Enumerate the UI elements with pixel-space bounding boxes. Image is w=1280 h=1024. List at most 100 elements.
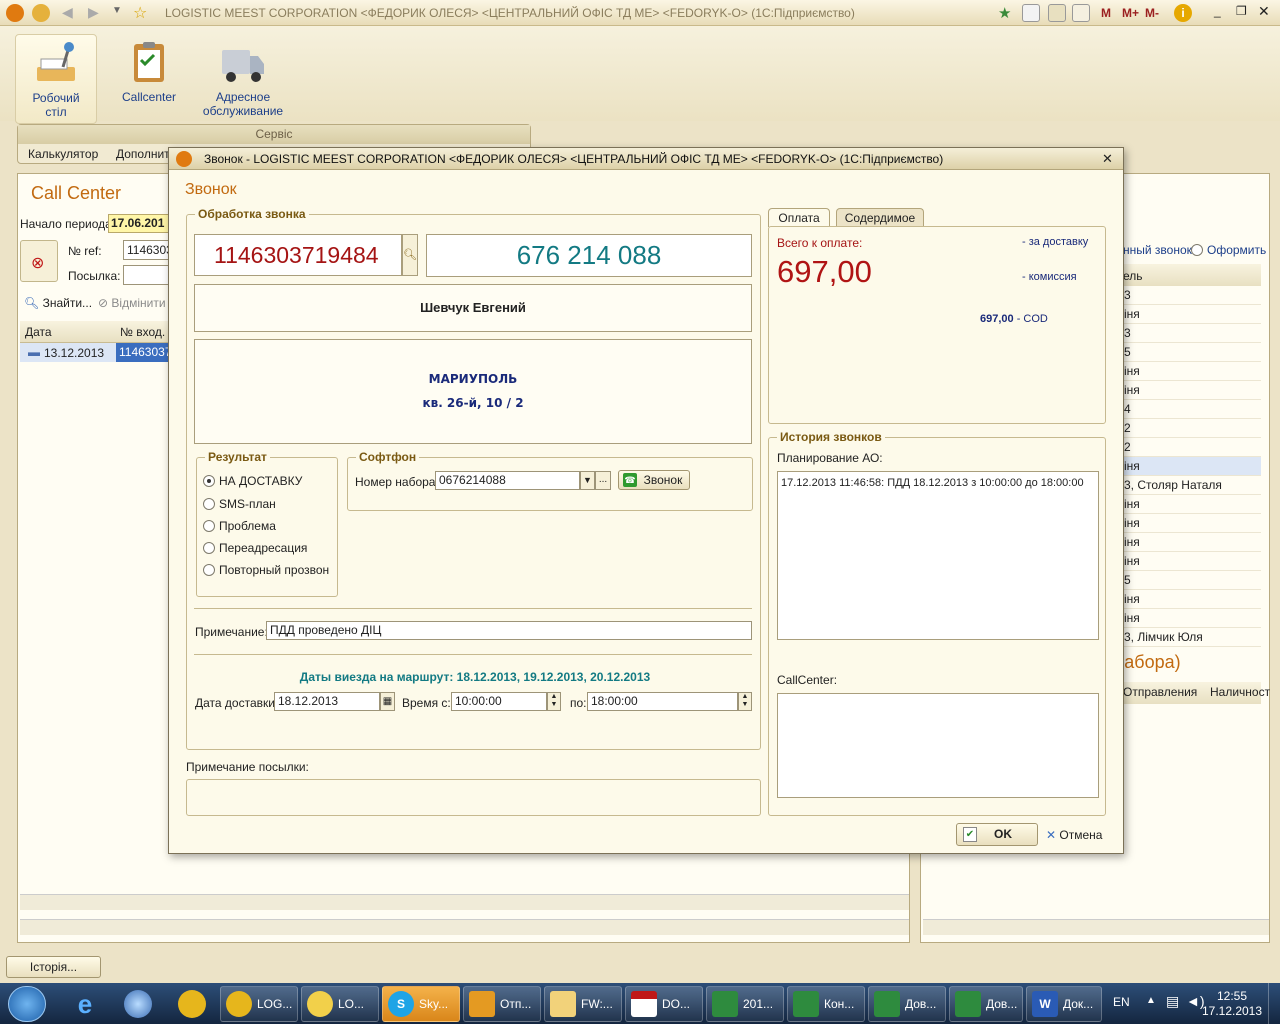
task-excel-2[interactable]: Кон... <box>787 986 865 1022</box>
calendar-picker-icon[interactable]: ▦ <box>380 692 395 711</box>
right-list-row[interactable]: іня <box>1116 457 1261 476</box>
memory-minus-button[interactable]: M- <box>1145 6 1159 20</box>
doc-icon[interactable] <box>1022 4 1040 22</box>
memory-plus-button[interactable]: M+ <box>1122 6 1139 20</box>
calendar-icon[interactable] <box>1072 4 1090 22</box>
right-list-row[interactable]: 5 <box>1116 343 1261 362</box>
right-list-row[interactable]: 2 <box>1116 419 1261 438</box>
ok-button[interactable]: ✔ OK <box>956 823 1038 846</box>
callcenter-section-button[interactable]: Callcenter <box>108 34 190 124</box>
main-menu-icon[interactable] <box>32 4 50 22</box>
right-list-row[interactable]: іня <box>1116 381 1261 400</box>
result-sms-radio[interactable]: SMS-план <box>203 497 276 511</box>
right-list-row[interactable]: 3, Лімчик Юля <box>1116 628 1261 647</box>
tray-expand-icon[interactable]: ▲ <box>1146 995 1156 1006</box>
restore-icon[interactable]: ❐ <box>1236 4 1247 18</box>
find-button[interactable]: 🔍︎ Знайти... <box>24 296 92 310</box>
right-list-row[interactable]: 3, Столяр Наталя <box>1116 476 1261 495</box>
result-delivery-radio[interactable]: НА ДОСТАВКУ <box>203 474 302 488</box>
ie-icon[interactable]: e <box>70 989 100 1019</box>
time-to-input[interactable]: 18:00:00 <box>587 692 738 711</box>
dial-select-button[interactable]: ... <box>595 471 611 490</box>
task-1c-log[interactable]: LOG... <box>220 986 298 1022</box>
result-recall-radio[interactable]: Повторный прозвон <box>203 563 329 577</box>
callcenter-history-text[interactable] <box>777 693 1099 798</box>
forward-icon[interactable]: ▶ <box>88 4 99 21</box>
calculator-icon[interactable] <box>1048 4 1066 22</box>
show-desktop-button[interactable] <box>1268 983 1280 1024</box>
planning-history-text[interactable]: 17.12.2013 11:46:58: ПДД 18.12.2013 з 10… <box>777 471 1099 640</box>
address-service-section-button[interactable]: Адресное обслуживание <box>200 34 286 124</box>
right-list-row[interactable]: іня <box>1116 609 1261 628</box>
result-redirect-radio[interactable]: Переадресация <box>203 541 307 555</box>
dial-input[interactable]: 0676214088 <box>435 471 580 490</box>
parcel-note-field[interactable] <box>186 779 761 816</box>
ref-search-icon[interactable]: 🔍︎ <box>402 234 418 276</box>
right-list-row[interactable]: іня <box>1116 533 1261 552</box>
memory-button[interactable]: M <box>1101 6 1111 20</box>
dialog-close-icon[interactable]: ✕ <box>1102 151 1113 167</box>
task-pdf[interactable]: DO... <box>625 986 703 1022</box>
time-from-input[interactable]: 10:00:00 <box>451 692 547 711</box>
info-icon[interactable]: i <box>1174 4 1192 22</box>
right-list-row[interactable]: 3 <box>1116 324 1261 343</box>
minimize-icon[interactable]: _ <box>1214 4 1221 18</box>
1c-pinned-icon[interactable] <box>178 990 206 1018</box>
cancel-filter-button[interactable]: ⊘ Відмінити <box>98 296 166 310</box>
right-list-row[interactable]: іня <box>1116 590 1261 609</box>
right-list-row[interactable]: 5 <box>1116 571 1261 590</box>
tab-payment[interactable]: Оплата <box>768 208 830 227</box>
favorites-star-icon[interactable]: ☆ <box>133 3 147 23</box>
task-mail-fw[interactable]: FW:... <box>544 986 622 1022</box>
period-field[interactable]: 17.06.201 <box>108 214 170 233</box>
back-icon[interactable]: ◀ <box>62 4 73 21</box>
time-to-spinner-icon[interactable]: ▲ ▼ <box>738 692 752 711</box>
ref-input[interactable]: 1146303 <box>123 240 173 260</box>
col-number[interactable]: № вход. <box>120 325 165 339</box>
right-scrollbar[interactable] <box>923 919 1269 935</box>
language-indicator[interactable]: EN <box>1113 995 1130 1009</box>
dial-dropdown-icon[interactable]: ▼ <box>580 471 595 490</box>
history-button[interactable]: Історія... <box>6 956 101 978</box>
right-col-header[interactable]: ель <box>1123 269 1143 283</box>
tab-contents[interactable]: Содердимое <box>836 208 924 227</box>
right-list-row[interactable]: іня <box>1116 495 1261 514</box>
time-from-spinner-icon[interactable]: ▲ ▼ <box>547 692 561 711</box>
task-excel-4[interactable]: Дов... <box>949 986 1023 1022</box>
start-button[interactable] <box>8 986 46 1022</box>
task-excel-3[interactable]: Дов... <box>868 986 946 1022</box>
network-icon[interactable]: ▤ <box>1166 993 1179 1010</box>
thunderbird-icon[interactable] <box>124 990 152 1018</box>
right-lower-col1[interactable]: Отправления <box>1123 685 1197 699</box>
task-word[interactable]: W Док... <box>1026 986 1102 1022</box>
calculator-link[interactable]: Калькулятор <box>28 147 98 161</box>
cancel-button[interactable]: ✕ Отмена <box>1046 828 1102 842</box>
task-skype[interactable]: S Sky... <box>382 986 460 1022</box>
task-1c-lo[interactable]: LO... <box>301 986 379 1022</box>
right-radio-1[interactable]: нный звонок <box>1123 243 1192 257</box>
ref-number-field[interactable]: 1146303719484 <box>194 234 402 276</box>
desktop-section-button[interactable]: Робочий стіл <box>15 34 97 124</box>
add-favorite-icon[interactable]: ★ <box>998 4 1011 22</box>
call-button[interactable]: ☎ Звонок <box>618 470 690 490</box>
filter-clear-button[interactable]: ⊗ <box>20 240 58 282</box>
result-problem-radio[interactable]: Проблема <box>203 519 276 533</box>
right-list-row[interactable]: іня <box>1116 552 1261 571</box>
history-dropdown-icon[interactable]: ▼ <box>112 5 122 16</box>
right-list-row[interactable]: 3 <box>1116 286 1261 305</box>
col-date[interactable]: Дата <box>25 325 52 339</box>
right-list-row[interactable]: 4 <box>1116 400 1261 419</box>
right-list-row[interactable]: іня <box>1116 305 1261 324</box>
task-outlook[interactable]: Отп... <box>463 986 541 1022</box>
close-icon[interactable]: ✕ <box>1258 3 1270 20</box>
note-input[interactable]: ПДД проведено ДІЦ <box>266 621 752 640</box>
task-excel-1[interactable]: 201... <box>706 986 784 1022</box>
right-list-row[interactable]: 2 <box>1116 438 1261 457</box>
right-list-row[interactable]: іня <box>1116 362 1261 381</box>
right-lower-col2[interactable]: Наличност <box>1210 685 1270 699</box>
delivery-date-input[interactable]: 18.12.2013 <box>274 692 380 711</box>
parcel-input[interactable] <box>123 265 173 285</box>
right-list-row[interactable]: іня <box>1116 514 1261 533</box>
horizontal-scrollbar-2[interactable] <box>20 919 909 935</box>
horizontal-scrollbar[interactable] <box>20 894 909 910</box>
